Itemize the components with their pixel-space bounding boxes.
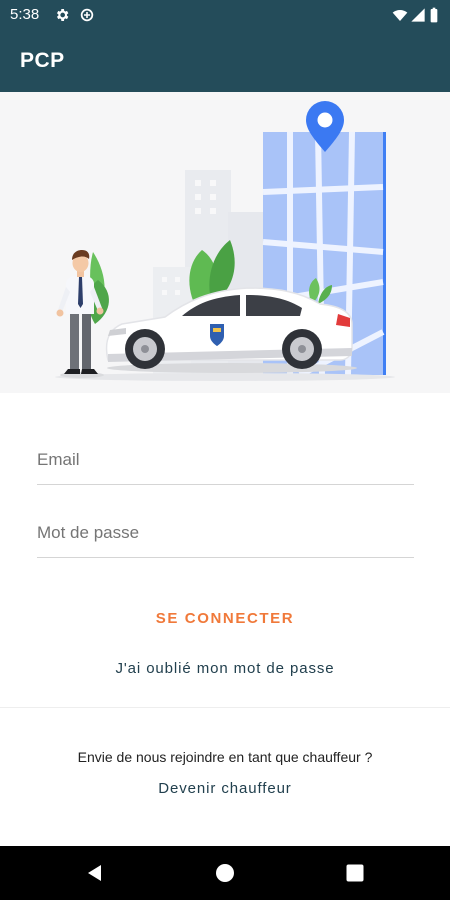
ground-shadow [55,373,395,381]
divider [0,707,450,708]
settings-icon [57,9,69,21]
join-prompt-text: Envie de nous rejoindre en tant que chau… [77,749,373,765]
status-bar: 5:38 [0,0,450,30]
password-input[interactable] [37,523,414,543]
navigation-bar [0,846,450,900]
app-title: PCP [20,49,65,72]
recents-icon[interactable] [343,861,367,885]
data-saver-icon [80,8,94,22]
email-input[interactable] [37,450,414,470]
become-driver-link[interactable]: Devenir chauffeur [0,780,450,797]
battery-icon [430,7,438,23]
wifi-icon [392,10,408,21]
app-bar: PCP [0,30,450,92]
email-field [37,424,414,485]
login-button[interactable]: SE CONNECTER [0,604,450,632]
status-time: 5:38 [10,6,40,23]
signal-icon [411,8,425,22]
password-field [37,497,414,558]
hero-illustration [0,92,450,393]
home-icon[interactable] [213,861,237,885]
forgot-password-link[interactable]: J'ai oublié mon mot de passe [0,660,450,677]
chauffeur-car-illustration [55,101,395,381]
back-icon[interactable] [83,861,107,885]
